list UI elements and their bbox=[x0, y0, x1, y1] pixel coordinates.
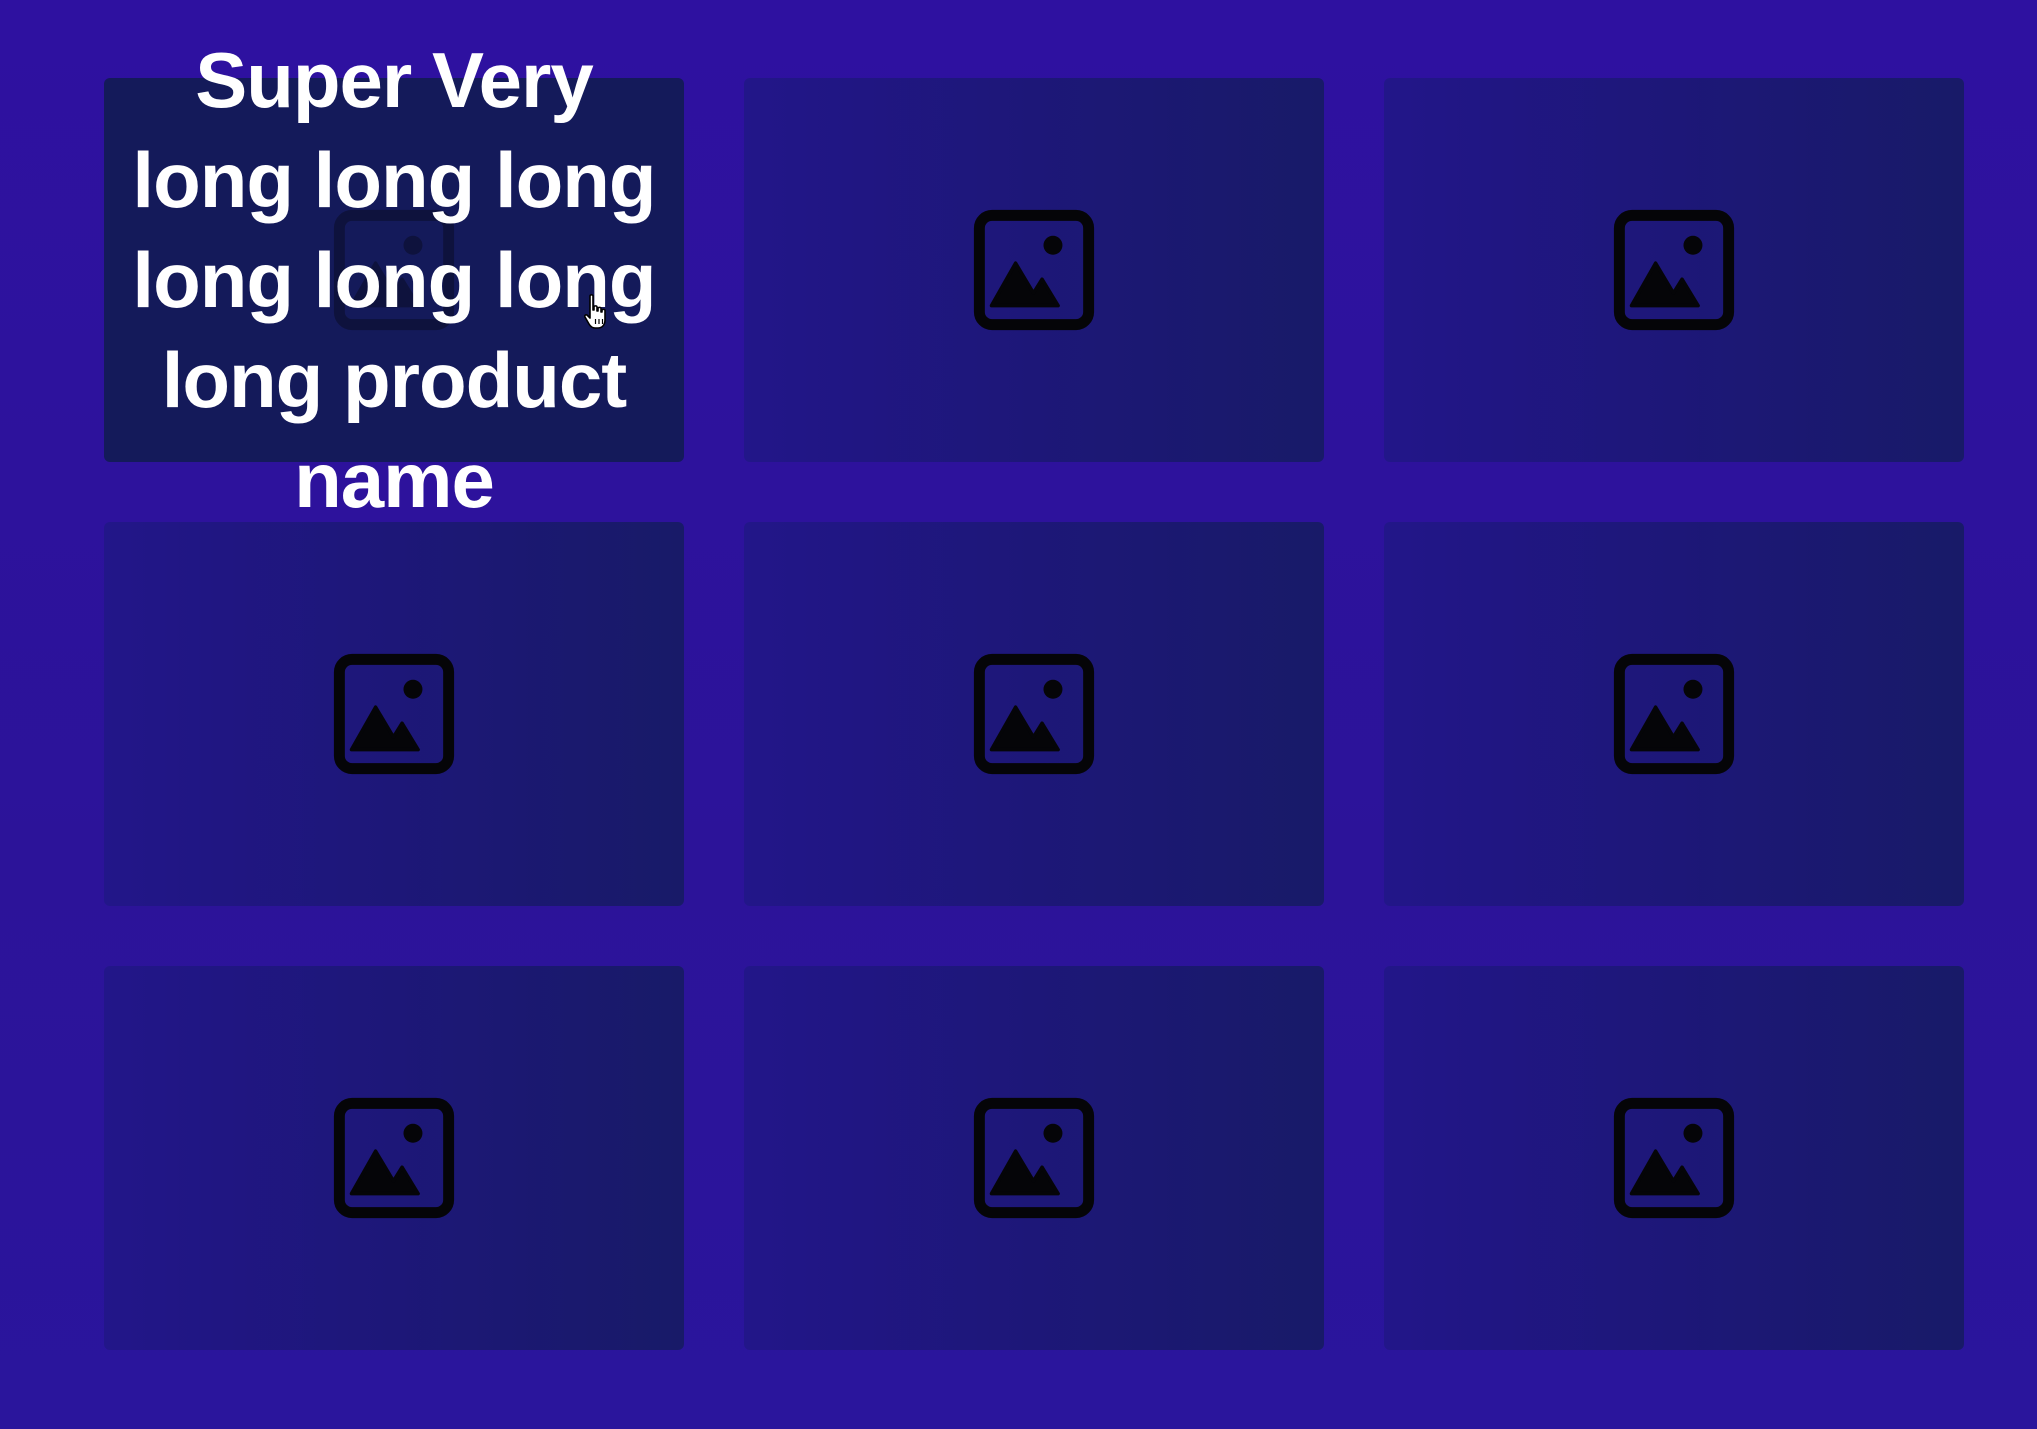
product-grid: Super Very long long long long long long… bbox=[104, 36, 1964, 1350]
product-card[interactable] bbox=[1384, 966, 1964, 1350]
image-placeholder-icon bbox=[973, 1097, 1095, 1219]
product-card[interactable] bbox=[744, 522, 1324, 906]
image-placeholder-icon bbox=[1613, 1097, 1735, 1219]
image-placeholder-icon bbox=[333, 1097, 455, 1219]
image-placeholder-icon bbox=[1613, 653, 1735, 775]
image-placeholder-icon bbox=[973, 653, 1095, 775]
product-card[interactable] bbox=[104, 966, 684, 1350]
image-placeholder-icon bbox=[1613, 209, 1735, 331]
image-placeholder-icon bbox=[973, 209, 1095, 331]
product-card[interactable] bbox=[1384, 78, 1964, 462]
image-placeholder-icon bbox=[333, 209, 455, 331]
product-card[interactable] bbox=[1384, 522, 1964, 906]
image-placeholder-icon bbox=[333, 653, 455, 775]
product-card[interactable]: Super Very long long long long long long… bbox=[104, 36, 684, 524]
product-card[interactable] bbox=[744, 966, 1324, 1350]
product-card[interactable] bbox=[744, 78, 1324, 462]
hand-pointer-icon bbox=[583, 294, 606, 329]
product-card[interactable] bbox=[104, 522, 684, 906]
